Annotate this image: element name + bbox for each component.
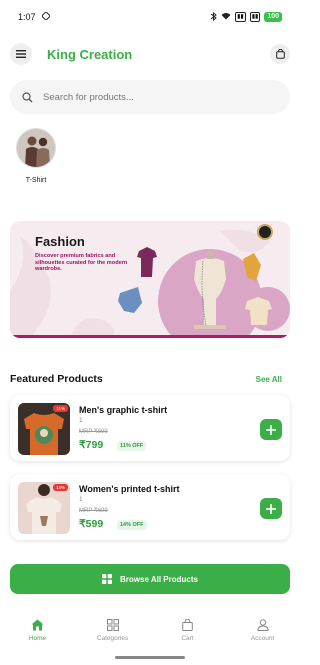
nav-item-account[interactable]: Account xyxy=(225,610,300,665)
menu-icon xyxy=(16,50,26,58)
grid-icon xyxy=(106,619,119,631)
sim1-icon: ▮▮ xyxy=(235,12,246,22)
discount-badge: 11% OFF xyxy=(117,441,147,451)
bluetooth-icon xyxy=(210,11,217,23)
sim2-icon: ▮▮ xyxy=(249,12,261,22)
product-price: ₹799 xyxy=(79,439,104,451)
wifi-icon xyxy=(221,12,231,22)
product-card[interactable]: 14% Women's printed t-shirt 1 MRP ₹699 ₹… xyxy=(10,474,290,540)
product-image: 11% xyxy=(18,403,70,455)
featured-header: Featured Products See All xyxy=(10,373,282,385)
person-icon xyxy=(256,619,269,631)
home-icon xyxy=(31,619,44,631)
browse-all-label: Browse All Products xyxy=(120,574,198,584)
search-bar[interactable] xyxy=(10,80,290,114)
browse-all-button[interactable]: Browse All Products xyxy=(10,564,290,594)
discount-tag: 14% xyxy=(52,484,68,491)
add-to-cart-button[interactable] xyxy=(260,498,282,519)
shopping-bag-icon xyxy=(275,49,285,59)
bag-icon xyxy=(182,619,193,631)
app-bar: King Creation xyxy=(0,34,300,74)
cart-button[interactable] xyxy=(270,44,290,64)
navigation-status-icon xyxy=(40,11,51,22)
nav-label: Cart xyxy=(181,635,194,642)
banner-subtitle: Discover premium fabrics and silhouettes… xyxy=(35,253,128,273)
product-name: Men's graphic t-shirt xyxy=(79,405,168,415)
home-indicator[interactable] xyxy=(115,656,185,659)
product-quantity: 1 xyxy=(79,496,83,503)
nav-label: Account xyxy=(250,635,275,642)
product-card[interactable]: 11% Men's graphic t-shirt 1 MRP ₹899 ₹79… xyxy=(10,395,290,461)
section-title: Featured Products xyxy=(10,373,103,385)
product-mrp: MRP ₹899 xyxy=(79,429,108,435)
category-item-tshirt[interactable]: T-Shirt xyxy=(16,128,56,184)
nav-label: Categories xyxy=(96,635,129,642)
nav-item-home[interactable]: Home xyxy=(0,610,75,665)
plus-icon xyxy=(266,424,276,435)
product-image: 14% xyxy=(18,482,70,534)
battery-icon: 100 xyxy=(264,12,282,22)
search-icon xyxy=(22,91,33,102)
discount-badge: 14% OFF xyxy=(117,520,147,530)
category-label: T-Shirt xyxy=(25,177,47,184)
product-quantity: 1 xyxy=(79,417,83,424)
category-image xyxy=(16,128,56,168)
product-name: Women's printed t-shirt xyxy=(79,484,180,494)
menu-button[interactable] xyxy=(10,43,32,65)
plus-icon xyxy=(266,503,276,514)
discount-tag: 11% xyxy=(53,405,68,412)
product-price: ₹599 xyxy=(79,518,104,530)
status-bar: 1:07 ▮▮ ▮▮ 100 xyxy=(0,0,300,34)
search-input[interactable] xyxy=(43,91,263,103)
banner-title: Fashion xyxy=(35,234,85,249)
add-to-cart-button[interactable] xyxy=(260,419,282,440)
brand-logo-icon xyxy=(257,224,273,240)
category-list: T-Shirt xyxy=(0,128,300,188)
promo-banner[interactable]: Fashion Discover premium fabrics and sil… xyxy=(10,221,290,338)
nav-label: Home xyxy=(28,635,47,642)
banner-divider xyxy=(10,335,290,338)
product-mrp: MRP ₹699 xyxy=(79,508,108,514)
app-title: King Creation xyxy=(47,46,133,62)
status-time: 1:07 xyxy=(18,12,36,22)
see-all-link[interactable]: See All xyxy=(256,375,282,384)
grid-icon xyxy=(102,574,113,584)
